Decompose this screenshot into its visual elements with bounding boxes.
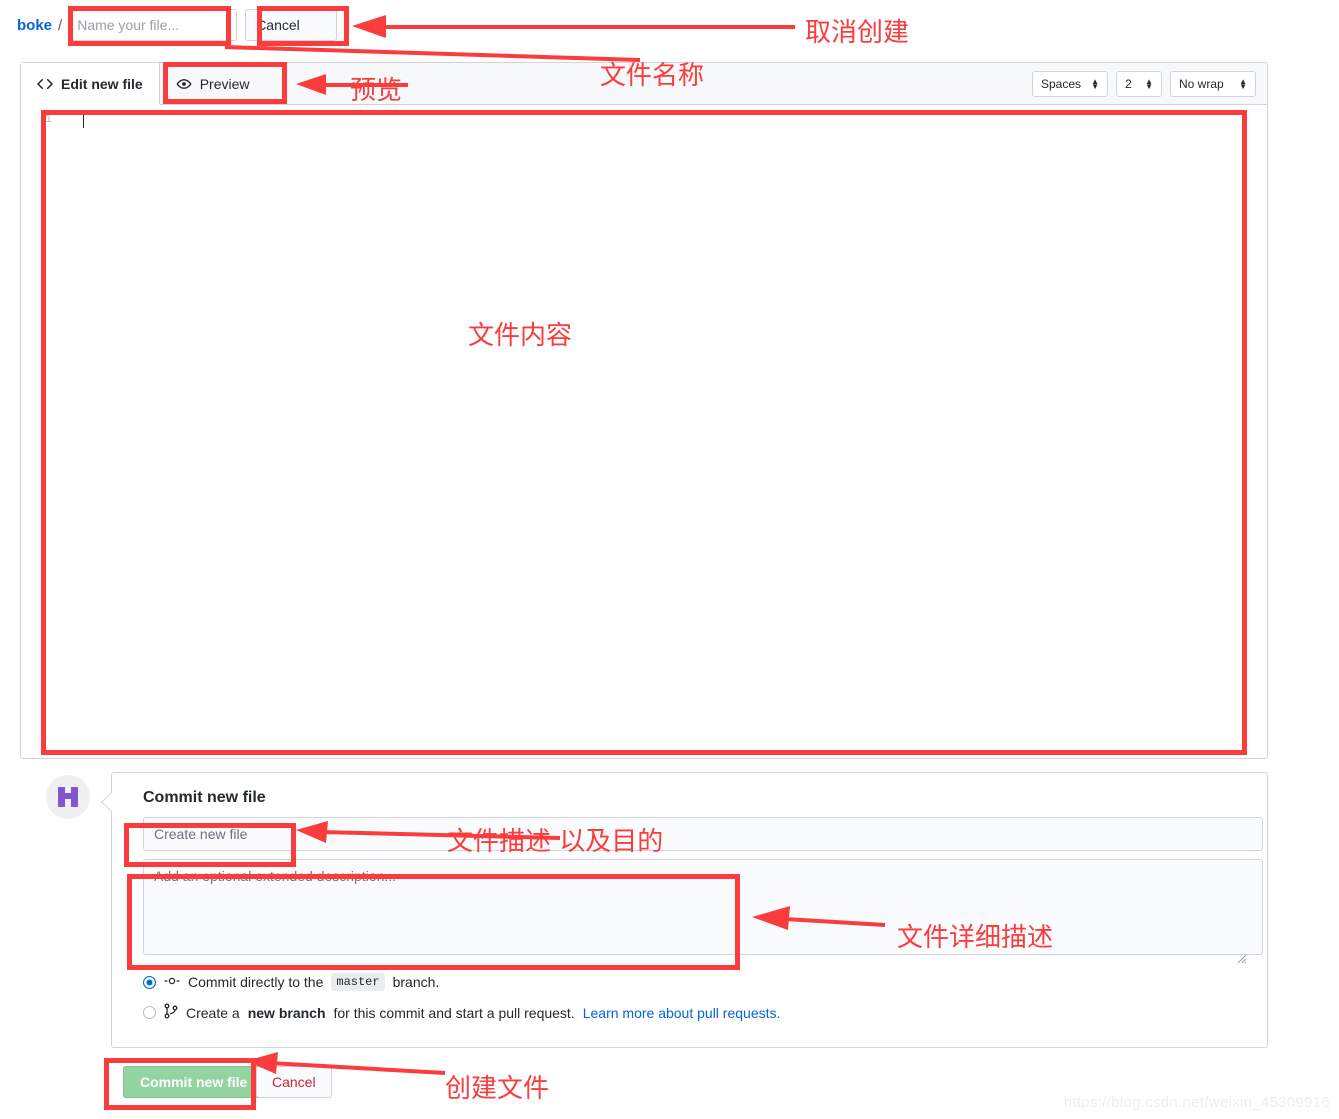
commit-directly-option[interactable]: Commit directly to the master branch.	[143, 973, 1251, 991]
panel-pointer	[101, 792, 121, 812]
annotation-label-cancel-create: 取消创建	[805, 18, 910, 48]
indent-size-value: 2	[1125, 76, 1132, 91]
branch-name-chip: master	[331, 973, 385, 991]
create-branch-option[interactable]: Create a new branch for this commit and …	[143, 1003, 1251, 1022]
indent-size-select[interactable]: 2 ▲ ▼	[1116, 70, 1162, 97]
resize-grip-icon	[1237, 954, 1247, 964]
identicon-icon	[58, 787, 78, 807]
create-branch-bold: new branch	[247, 1004, 326, 1021]
commit-summary-input[interactable]	[143, 817, 1263, 851]
breadcrumb-separator: /	[58, 16, 63, 34]
tab-preview-label: Preview	[199, 75, 250, 92]
commit-new-file-button[interactable]: Commit new file	[123, 1066, 265, 1098]
chevron-updown-icon: ▲ ▼	[1145, 76, 1153, 91]
code-icon	[37, 76, 53, 92]
commit-directly-text-after: branch.	[392, 974, 440, 990]
create-branch-text-before: Create a	[186, 1004, 240, 1021]
radio-commit-directly[interactable]	[143, 975, 156, 989]
chevron-updown-icon: ▲ ▼	[1239, 76, 1247, 91]
cancel-commit-button[interactable]: Cancel	[256, 1066, 332, 1098]
wrap-mode-select[interactable]: No wrap ▲ ▼	[1170, 70, 1256, 97]
line-number: 1	[45, 112, 53, 126]
radio-create-branch[interactable]	[143, 1006, 156, 1019]
indent-mode-select[interactable]: Spaces ▲ ▼	[1032, 70, 1108, 97]
cancel-create-button[interactable]: Cancel	[245, 9, 338, 41]
repo-link[interactable]: boke	[17, 17, 52, 34]
text-caret	[83, 112, 84, 128]
create-branch-text-after: for this commit and start a pull request…	[333, 1004, 575, 1021]
indent-mode-value: Spaces	[1041, 76, 1082, 91]
commit-directly-text-before: Commit directly to the	[188, 974, 324, 990]
avatar	[46, 775, 90, 819]
wrap-mode-value: No wrap	[1179, 76, 1224, 91]
breadcrumb: boke / Cancel	[17, 6, 338, 44]
tab-preview[interactable]: Preview	[160, 63, 267, 104]
tab-edit-new-file-label: Edit new file	[61, 75, 143, 92]
commit-description-textarea[interactable]	[143, 859, 1263, 955]
file-editor-panel: Edit new file Preview Spaces ▲ ▼ 2 ▲ ▼ No …	[20, 62, 1268, 759]
editor-tabbar: Edit new file Preview Spaces ▲ ▼ 2 ▲ ▼ No …	[21, 63, 1267, 105]
filename-suffix-box	[223, 9, 238, 41]
eye-icon	[176, 76, 192, 92]
commit-panel-title: Commit new file	[143, 789, 266, 806]
chevron-updown-icon: ▲ ▼	[1091, 76, 1099, 91]
git-commit-icon	[164, 974, 180, 991]
filename-input[interactable]	[68, 9, 225, 41]
editor-settings-group: Spaces ▲ ▼ 2 ▲ ▼ No wrap ▲ ▼	[1032, 63, 1267, 104]
git-branch-icon	[164, 1003, 178, 1022]
watermark: https://blog.csdn.net/weixin_45309916	[1063, 1094, 1330, 1111]
commit-panel: Commit new file Commit directly to the m…	[101, 772, 1268, 1048]
annotation-label-create-file: 创建文件	[445, 1074, 550, 1104]
pull-request-learn-more-link[interactable]: Learn more about pull requests.	[583, 1005, 781, 1021]
tab-edit-new-file[interactable]: Edit new file	[21, 63, 160, 105]
code-editor-area[interactable]: 1	[21, 105, 1267, 758]
